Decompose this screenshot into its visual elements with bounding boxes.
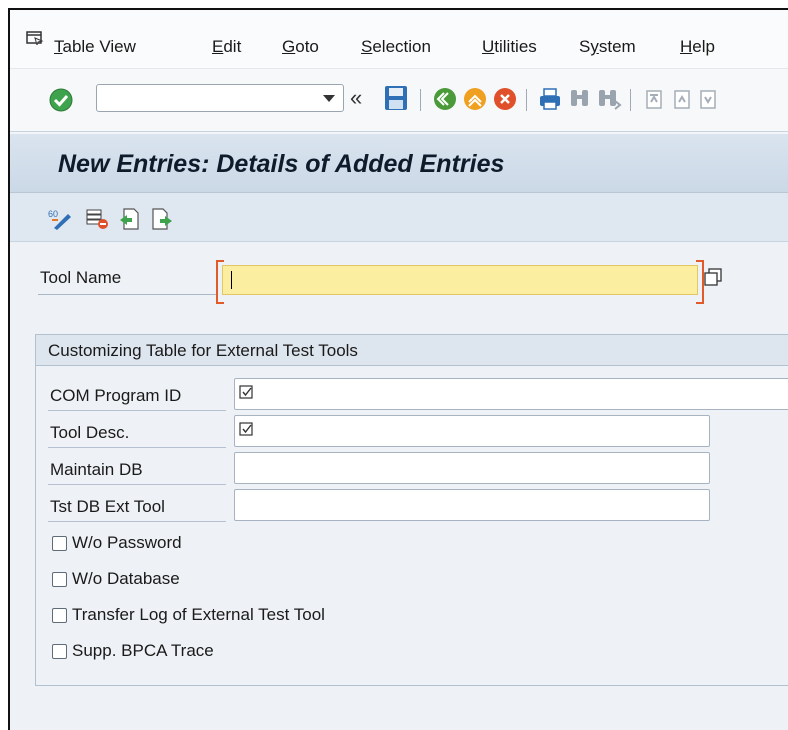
print-icon[interactable] [538, 87, 562, 111]
label-underline [48, 484, 226, 485]
menu-selection[interactable]: Selection [361, 37, 431, 57]
save-icon[interactable] [384, 85, 408, 111]
previous-entry-icon[interactable] [118, 207, 142, 231]
cancel-icon[interactable] [492, 86, 518, 112]
maintain-db-label: Maintain DB [50, 460, 143, 479]
supp-bpca-trace-checkbox[interactable] [52, 644, 67, 659]
wo-database-checkbox[interactable] [52, 572, 67, 587]
find-icon[interactable] [568, 87, 592, 111]
label-underline [48, 410, 226, 411]
menu-edit[interactable]: Edit [212, 37, 241, 57]
display-change-icon[interactable]: 60 [48, 208, 72, 230]
transfer-log-label[interactable]: Transfer Log of External Test Tool [72, 605, 325, 625]
sap-window: Table View Edit Goto Selection Utilities… [8, 8, 788, 730]
copy-icon[interactable] [704, 268, 722, 286]
wo-password-label[interactable]: W/o Password [72, 533, 182, 553]
tool-name-label: Tool Name [40, 268, 122, 287]
com-program-id-label: COM Program ID [50, 386, 182, 405]
command-input[interactable] [101, 87, 305, 111]
group-box-title: Customizing Table for External Test Tool… [48, 341, 358, 360]
application-toolbar: 60 [10, 193, 788, 242]
back-icon[interactable] [432, 86, 458, 112]
tst-db-ext-tool-label: Tst DB Ext Tool [50, 497, 165, 516]
menu-bar: Table View Edit Goto Selection Utilities… [10, 10, 788, 69]
command-field[interactable] [96, 84, 344, 112]
menu-system[interactable]: System [579, 37, 636, 57]
customizing-group-box: Customizing Table for External Test Tool… [35, 334, 788, 686]
page-title: New Entries: Details of Added Entries [58, 150, 505, 178]
first-page-icon[interactable] [642, 87, 666, 111]
tool-name-input[interactable] [222, 265, 698, 295]
previous-page-icon[interactable] [670, 87, 694, 111]
menu-goto[interactable]: Goto [282, 37, 319, 57]
toolbar-separator [630, 89, 631, 111]
toolbar-separator [420, 89, 421, 111]
menu-utilities[interactable]: Utilities [482, 37, 537, 57]
wo-password-checkbox[interactable] [52, 536, 67, 551]
com-program-id-input[interactable] [234, 378, 788, 410]
tool-desc-label: Tool Desc. [50, 423, 130, 442]
text-caret [231, 271, 232, 289]
enter-check-icon[interactable] [48, 87, 74, 113]
find-next-icon[interactable] [596, 87, 622, 111]
check-marker-icon [239, 422, 253, 436]
delete-row-icon[interactable] [86, 208, 110, 230]
tst-db-ext-tool-input[interactable] [234, 489, 710, 521]
transfer-log-checkbox[interactable] [52, 608, 67, 623]
collapse-command-icon[interactable]: « [350, 85, 362, 111]
toolbar-separator [526, 89, 527, 111]
menu-window-icon[interactable] [26, 31, 44, 45]
standard-toolbar: « [10, 69, 788, 132]
check-marker-icon [239, 385, 253, 399]
menu-table-view[interactable]: Table View [54, 37, 136, 57]
svg-text:60: 60 [48, 209, 58, 219]
wo-database-label[interactable]: W/o Database [72, 569, 180, 589]
screen-title-bar: New Entries: Details of Added Entries [10, 134, 788, 193]
label-underline [48, 521, 226, 522]
chevron-down-icon[interactable] [323, 95, 335, 102]
maintain-db-input[interactable] [234, 452, 710, 484]
next-entry-icon[interactable] [150, 207, 174, 231]
label-underline [48, 447, 226, 448]
group-box-header: Customizing Table for External Test Tool… [36, 335, 788, 366]
tool-desc-input[interactable] [234, 415, 710, 447]
next-page-icon[interactable] [696, 87, 720, 111]
label-underline [38, 294, 218, 295]
exit-icon[interactable] [462, 86, 488, 112]
menu-help[interactable]: Help [680, 37, 715, 57]
supp-bpca-trace-label[interactable]: Supp. BPCA Trace [72, 641, 214, 661]
